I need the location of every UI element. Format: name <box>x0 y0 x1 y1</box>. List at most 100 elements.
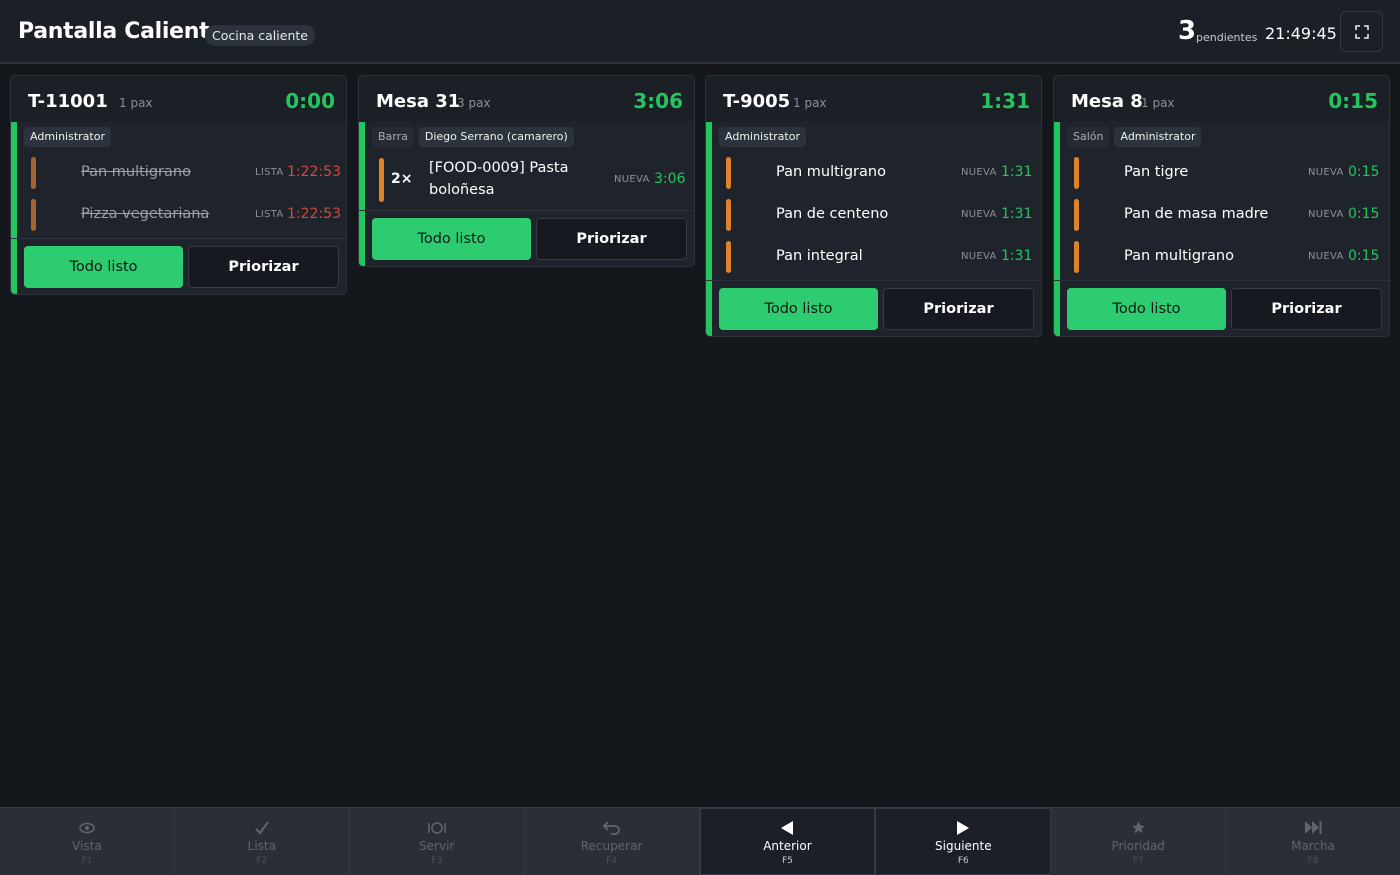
order-card[interactable]: T-11001 1 pax 0:00 Administrator Pan mul… <box>10 75 347 295</box>
tool-shortcut: F7 <box>1132 855 1144 866</box>
tag-waiter: Administrator <box>719 127 806 147</box>
item-status-bar <box>1074 157 1079 189</box>
dish-icon <box>427 818 446 838</box>
item-status-bar <box>1074 241 1079 273</box>
order-item[interactable]: Pizza vegetariana LISTA 1:22:53 <box>17 194 346 236</box>
eye-icon <box>79 818 95 838</box>
card-tags: Administrator <box>11 122 346 152</box>
tool-march[interactable]: Marcha F8 <box>1226 808 1400 875</box>
pending-count: 3 <box>1178 16 1197 46</box>
bottom-toolbar: Vista F1 Lista F2 Servir F3 Recuperar F4… <box>0 807 1400 875</box>
order-card[interactable]: Mesa 31 3 pax 3:06 Barra Diego Serrano (… <box>358 75 695 267</box>
all-ready-button[interactable]: Todo listo <box>372 218 531 260</box>
item-status: NUEVA <box>1308 251 1344 262</box>
tag-waiter: Administrator <box>1114 127 1202 147</box>
tool-shortcut: F3 <box>431 855 443 866</box>
prioritize-button[interactable]: Priorizar <box>883 288 1034 330</box>
tool-ready[interactable]: Lista F2 <box>175 808 350 875</box>
tool-label: Siguiente <box>935 838 992 853</box>
item-status-bar <box>726 241 731 273</box>
undo-icon <box>602 818 621 838</box>
order-card[interactable]: T-9005 1 pax 1:31 Administrator Pan mult… <box>705 75 1042 337</box>
order-item[interactable]: Pan multigrano LISTA 1:22:53 <box>17 152 346 194</box>
all-ready-button[interactable]: Todo listo <box>24 246 183 288</box>
fullscreen-button[interactable] <box>1340 11 1383 52</box>
tool-serve[interactable]: Servir F3 <box>350 808 525 875</box>
order-item[interactable]: Pan multigrano NUEVA 0:15 <box>1060 236 1389 278</box>
tool-recover[interactable]: Recuperar F4 <box>525 808 700 875</box>
check-icon <box>254 818 270 838</box>
order-timer: 3:06 <box>633 89 683 113</box>
tag-area: Salón <box>1067 127 1110 147</box>
card-tags: Barra Diego Serrano (camarero) <box>359 122 694 152</box>
item-status: NUEVA <box>614 174 650 185</box>
item-time: 1:31 <box>1001 248 1033 264</box>
item-time: 1:22:53 <box>287 164 341 180</box>
tool-previous[interactable]: Anterior F5 <box>699 808 876 875</box>
card-header: T-9005 1 pax 1:31 <box>706 76 1041 122</box>
order-timer: 0:00 <box>285 89 335 113</box>
card-actions: Todo listo Priorizar <box>1054 280 1389 336</box>
tag-waiter: Administrator <box>24 127 111 147</box>
tool-view[interactable]: Vista F1 <box>0 808 175 875</box>
tool-shortcut: F6 <box>957 855 969 866</box>
order-timer: 0:15 <box>1328 89 1378 113</box>
item-name: Pan multigrano <box>776 164 886 180</box>
order-item[interactable]: Pan de centeno NUEVA 1:31 <box>712 194 1041 236</box>
item-status: NUEVA <box>961 209 997 220</box>
tool-priority[interactable]: Prioridad F7 <box>1051 808 1227 875</box>
top-bar: Pantalla Caliente Cocina caliente 3 pend… <box>0 0 1400 64</box>
fast-forward-icon <box>1304 818 1322 838</box>
pax-count: 1 pax <box>793 96 827 110</box>
item-time: 1:22:53 <box>287 206 341 222</box>
item-name: Pan de masa madre <box>1124 206 1269 222</box>
tool-shortcut: F4 <box>606 855 618 866</box>
tag-waiter: Diego Serrano (camarero) <box>418 127 574 147</box>
card-actions: Todo listo Priorizar <box>706 280 1041 336</box>
order-item[interactable]: Pan tigre NUEVA 0:15 <box>1060 152 1389 194</box>
item-name: Pan multigrano <box>81 164 191 180</box>
item-status-bar <box>726 157 731 189</box>
order-title: Mesa 8 <box>1071 91 1143 112</box>
item-time: 0:15 <box>1348 206 1380 222</box>
clock: 21:49:45 <box>1265 24 1337 43</box>
prioritize-button[interactable]: Priorizar <box>536 218 687 260</box>
item-quantity: 2× <box>391 171 413 187</box>
fullscreen-icon <box>1354 24 1369 39</box>
station-badge[interactable]: Cocina caliente <box>205 25 315 46</box>
tool-label: Marcha <box>1291 838 1336 853</box>
tool-shortcut: F8 <box>1307 855 1319 866</box>
item-status: NUEVA <box>1308 209 1344 220</box>
order-item[interactable]: 2× [FOOD-0009] Pasta boloñesa NUEVA 3:06 <box>365 152 694 208</box>
tool-shortcut: F2 <box>256 855 268 866</box>
pax-count: 3 pax <box>457 96 491 110</box>
tool-label: Vista <box>72 838 102 853</box>
order-item[interactable]: Pan de masa madre NUEVA 0:15 <box>1060 194 1389 236</box>
all-ready-button[interactable]: Todo listo <box>1067 288 1226 330</box>
item-status: NUEVA <box>1308 167 1344 178</box>
all-ready-button[interactable]: Todo listo <box>719 288 878 330</box>
item-time: 3:06 <box>654 171 686 187</box>
order-item[interactable]: Pan multigrano NUEVA 1:31 <box>712 152 1041 194</box>
tool-next[interactable]: Siguiente F6 <box>875 808 1052 875</box>
item-status-bar <box>31 199 36 231</box>
item-name: [FOOD-0009] Pasta boloñesa <box>429 160 569 198</box>
order-title: T-9005 <box>723 91 791 112</box>
tool-label: Servir <box>419 838 455 853</box>
order-card[interactable]: Mesa 8 1 pax 0:15 Salón Administrator Pa… <box>1053 75 1390 337</box>
item-name: Pan de centeno <box>776 206 889 222</box>
tool-label: Prioridad <box>1111 838 1165 853</box>
card-header: Mesa 8 1 pax 0:15 <box>1054 76 1389 122</box>
item-name: Pan multigrano <box>1124 248 1234 264</box>
page-title: Pantalla Caliente <box>18 19 224 44</box>
item-time: 0:15 <box>1348 248 1380 264</box>
order-item[interactable]: Pan integral NUEVA 1:31 <box>712 236 1041 278</box>
item-status-bar <box>379 158 384 202</box>
order-title: Mesa 31 <box>376 91 461 112</box>
prioritize-button[interactable]: Priorizar <box>188 246 339 288</box>
prioritize-button[interactable]: Priorizar <box>1231 288 1382 330</box>
item-status-bar <box>726 199 731 231</box>
tag-area: Barra <box>372 127 414 147</box>
item-name: Pizza vegetariana <box>81 206 210 222</box>
item-time: 1:31 <box>1001 164 1033 180</box>
